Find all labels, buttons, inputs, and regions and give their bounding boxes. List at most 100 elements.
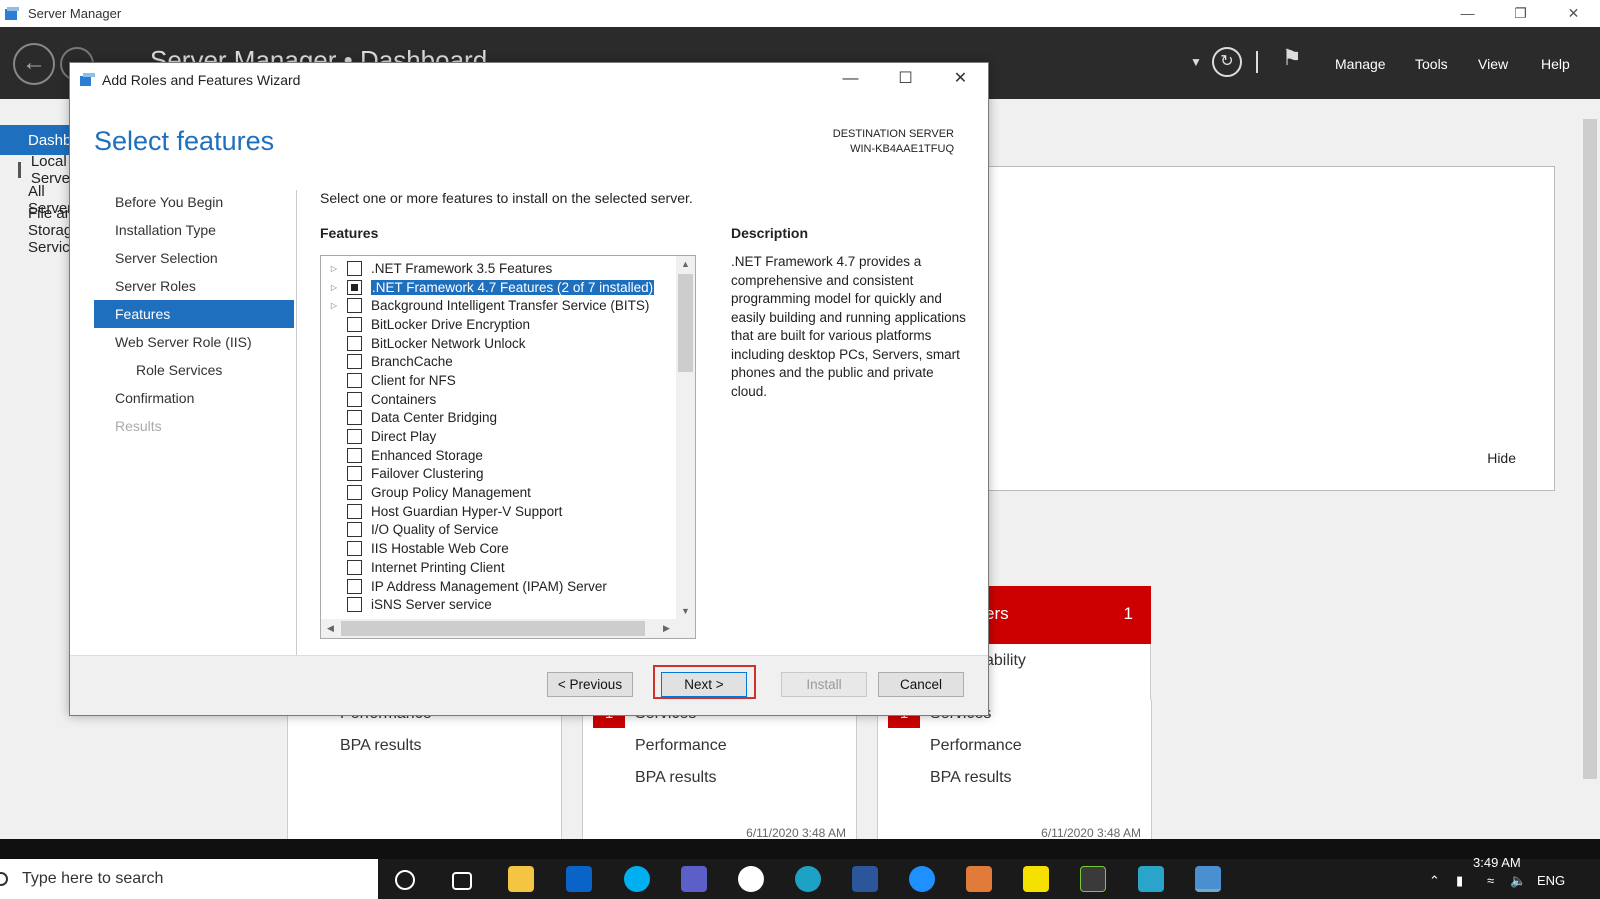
scroll-up-icon[interactable]: ▲ <box>676 256 695 273</box>
tile-row-bpa[interactable]: BPA results <box>340 737 422 755</box>
feature-label[interactable]: .NET Framework 4.7 Features (2 of 7 inst… <box>369 278 656 296</box>
hide-link[interactable]: Hide <box>1487 450 1516 466</box>
feature-checkbox[interactable] <box>347 578 362 594</box>
nav-dashboard[interactable]: Dashboard <box>0 125 101 155</box>
nav-local-server[interactable]: Local Server <box>0 153 75 187</box>
feature-checkbox[interactable] <box>347 316 362 332</box>
cortana-icon[interactable] <box>395 870 415 890</box>
feature-label[interactable]: Direct Play <box>371 429 436 444</box>
expand-arrow-icon[interactable]: ▷ <box>327 301 341 310</box>
feature-checkbox[interactable] <box>347 335 362 351</box>
step-before-you-begin[interactable]: Before You Begin <box>94 188 294 216</box>
volume-icon[interactable]: 🔈 <box>1510 873 1526 889</box>
feature-item[interactable]: I/O Quality of Service <box>321 521 677 540</box>
step-role-services[interactable]: Role Services <box>94 356 294 384</box>
features-tree[interactable]: ▷ .NET Framework 3.5 Features ▷ .NET Framew… <box>320 255 696 639</box>
feature-label[interactable]: Client for NFS <box>371 373 456 388</box>
feature-checkbox[interactable] <box>347 559 362 575</box>
feature-item[interactable]: Failover Clustering <box>321 465 677 484</box>
feature-checkbox[interactable] <box>347 541 362 557</box>
feature-checkbox[interactable] <box>347 372 362 388</box>
features-horizontal-scrollbar[interactable]: ◀ ▶ <box>321 619 695 638</box>
taskbar-search[interactable]: Type here to search <box>0 859 378 899</box>
features-vertical-scrollbar[interactable]: ▲ ▼ <box>676 256 695 620</box>
feature-label[interactable]: iSNS Server service <box>371 597 492 612</box>
feature-checkbox[interactable] <box>347 485 362 501</box>
feature-label[interactable]: Background Intelligent Transfer Service … <box>371 298 649 313</box>
feature-label[interactable]: Data Center Bridging <box>371 410 497 425</box>
menu-help[interactable]: Help <box>1541 56 1570 72</box>
chevron-down-icon[interactable]: ▼ <box>1190 55 1202 69</box>
feature-item[interactable]: ▷ .NET Framework 3.5 Features <box>321 259 677 278</box>
feature-label[interactable]: I/O Quality of Service <box>371 522 499 537</box>
feature-label[interactable]: Enhanced Storage <box>371 448 483 463</box>
restore-icon[interactable]: ❐ <box>1494 0 1547 27</box>
feature-checkbox[interactable] <box>347 466 362 482</box>
feature-checkbox[interactable] <box>347 429 362 445</box>
feature-item[interactable]: Enhanced Storage <box>321 446 677 465</box>
file-explorer-icon[interactable] <box>508 866 534 892</box>
feature-item[interactable]: ▷ Background Intelligent Transfer Service… <box>321 296 677 315</box>
feature-checkbox[interactable] <box>347 522 362 538</box>
feature-item[interactable]: Internet Printing Client <box>321 558 677 577</box>
feature-item[interactable]: Data Center Bridging <box>321 409 677 428</box>
step-installation-type[interactable]: Installation Type <box>94 216 294 244</box>
tile-3-header[interactable]: ers 1 <box>985 586 1151 644</box>
sticky-notes-icon[interactable] <box>1023 866 1049 892</box>
feature-checkbox[interactable] <box>347 410 362 426</box>
outlook-icon[interactable] <box>566 866 592 892</box>
menu-manage[interactable]: Manage <box>1335 56 1386 72</box>
feature-item[interactable]: Direct Play <box>321 427 677 446</box>
feature-label[interactable]: BitLocker Network Unlock <box>371 336 526 351</box>
app-package-icon[interactable] <box>966 866 992 892</box>
feature-label[interactable]: Group Policy Management <box>371 485 531 500</box>
tile-row-bpa[interactable]: BPA results <box>635 769 717 787</box>
chart-app-icon[interactable] <box>1080 866 1106 892</box>
clock-time[interactable]: 3:49 AM <box>1473 855 1521 870</box>
edge-icon[interactable] <box>795 866 821 892</box>
scrollbar-thumb[interactable] <box>678 274 693 372</box>
feature-checkbox[interactable] <box>347 260 362 276</box>
feature-label[interactable]: IP Address Management (IPAM) Server <box>371 579 607 594</box>
scrollbar-thumb[interactable] <box>341 621 645 636</box>
feature-checkbox[interactable] <box>347 354 362 370</box>
cancel-button[interactable]: Cancel <box>878 672 964 697</box>
feature-item[interactable]: Client for NFS <box>321 371 677 390</box>
tile-sub-label[interactable]: ability <box>985 652 1026 670</box>
tile-row-performance[interactable]: Performance <box>930 737 1022 755</box>
step-server-roles[interactable]: Server Roles <box>94 272 294 300</box>
feature-item[interactable]: ▷ .NET Framework 4.7 Features (2 of 7 ins… <box>321 278 677 297</box>
scroll-left-icon[interactable]: ◀ <box>321 619 340 638</box>
feature-item[interactable]: Host Guardian Hyper-V Support <box>321 502 677 521</box>
feature-checkbox[interactable] <box>347 391 362 407</box>
step-confirmation[interactable]: Confirmation <box>94 384 294 412</box>
scrollbar-thumb[interactable] <box>1583 119 1597 779</box>
feature-label[interactable]: BranchCache <box>371 354 453 369</box>
battery-icon[interactable]: ▮ <box>1456 873 1463 889</box>
language-indicator[interactable]: ENG <box>1537 873 1565 888</box>
menu-view[interactable]: View <box>1478 56 1508 72</box>
feature-item[interactable]: IP Address Management (IPAM) Server <box>321 577 677 596</box>
scroll-down-icon[interactable]: ▼ <box>676 603 695 620</box>
lock-icon[interactable] <box>738 866 764 892</box>
feature-label[interactable]: Internet Printing Client <box>371 560 505 575</box>
minimize-icon[interactable]: — <box>823 63 878 97</box>
close-icon[interactable]: ✕ <box>933 63 988 97</box>
feature-label[interactable]: Host Guardian Hyper-V Support <box>371 504 562 519</box>
feature-item[interactable]: Group Policy Management <box>321 483 677 502</box>
scroll-right-icon[interactable]: ▶ <box>657 619 676 638</box>
teams-icon[interactable] <box>681 866 707 892</box>
feature-label[interactable]: Failover Clustering <box>371 466 484 481</box>
server-manager-taskbar-icon[interactable] <box>1195 866 1221 892</box>
next-button[interactable]: Next > <box>661 672 747 697</box>
task-view-icon[interactable] <box>452 872 472 890</box>
feature-item[interactable]: iSNS Server service <box>321 595 677 614</box>
feature-item[interactable]: BranchCache <box>321 352 677 371</box>
wifi-icon[interactable]: ≈ <box>1487 873 1494 888</box>
step-web-server-role[interactable]: Web Server Role (IIS) <box>94 328 294 356</box>
maximize-icon[interactable]: ☐ <box>878 63 933 97</box>
feature-checkbox[interactable] <box>347 503 362 519</box>
menu-tools[interactable]: Tools <box>1415 56 1448 72</box>
minimize-icon[interactable]: — <box>1441 0 1494 27</box>
tile-row-bpa[interactable]: BPA results <box>930 769 1012 787</box>
